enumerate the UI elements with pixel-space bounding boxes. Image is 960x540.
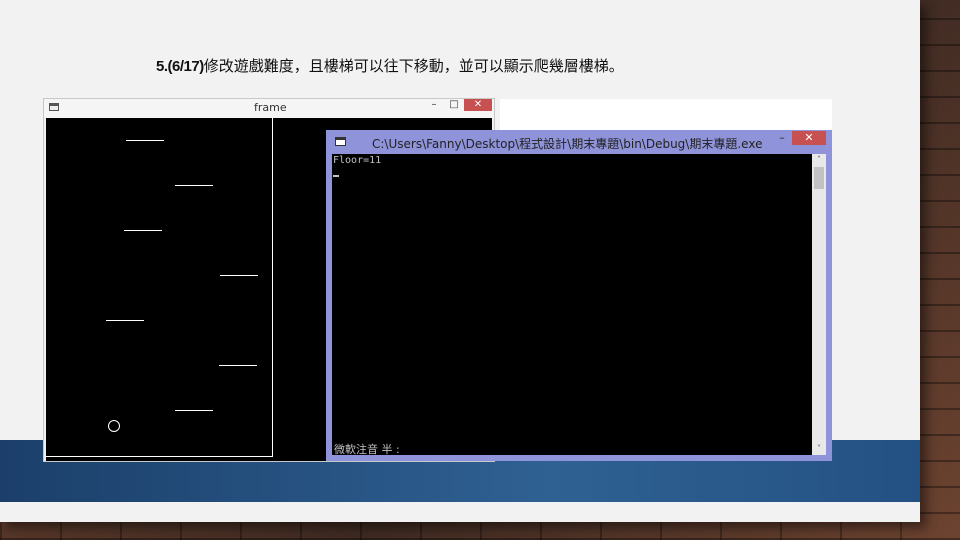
console-titlebar[interactable]: C:\Users\Fanny\Desktop\程式設計\期末專題\bin\Deb… bbox=[326, 130, 832, 154]
frame-titlebar[interactable]: frame – □ ✕ bbox=[44, 99, 494, 118]
ladder-step bbox=[175, 185, 213, 186]
console-output-area[interactable]: Floor=11 微軟注音 半 : bbox=[332, 154, 812, 456]
console-scrollbar[interactable]: ˄ ˅ bbox=[812, 154, 826, 455]
scroll-down-icon[interactable]: ˅ bbox=[812, 443, 826, 455]
text-cursor bbox=[333, 175, 339, 177]
console-icon bbox=[335, 137, 346, 146]
scroll-up-icon[interactable]: ˄ bbox=[812, 154, 826, 166]
ime-status: 微軟注音 半 : bbox=[334, 443, 400, 456]
close-button[interactable]: ✕ bbox=[464, 99, 492, 111]
window-icon bbox=[49, 103, 59, 111]
slide-title: 5.(6/17)修改遊戲難度，且樓梯可以往下移動，並可以顯示爬幾層樓梯。 bbox=[156, 55, 624, 76]
slide-title-number: 5.(6/17) bbox=[156, 58, 204, 75]
background-window-edge bbox=[500, 99, 832, 131]
playfield bbox=[46, 118, 273, 457]
ladder-step bbox=[219, 365, 257, 366]
player-ball bbox=[108, 420, 120, 432]
ladder-step bbox=[175, 410, 213, 411]
console-output-text: Floor=11 bbox=[333, 155, 382, 166]
console-title: C:\Users\Fanny\Desktop\程式設計\期末專題\bin\Deb… bbox=[372, 137, 763, 151]
frame-title: frame bbox=[254, 101, 287, 114]
ladder-step bbox=[124, 230, 162, 231]
slide-title-text: 修改遊戲難度，且樓梯可以往下移動，並可以顯示爬幾層樓梯。 bbox=[203, 57, 624, 75]
ladder-step bbox=[126, 140, 164, 141]
scroll-thumb[interactable] bbox=[814, 167, 824, 189]
maximize-button[interactable]: □ bbox=[448, 99, 460, 111]
console-minimize-button[interactable]: – bbox=[776, 131, 788, 145]
minimize-button[interactable]: – bbox=[428, 99, 440, 111]
console-window: C:\Users\Fanny\Desktop\程式設計\期末專題\bin\Deb… bbox=[326, 130, 832, 461]
console-close-button[interactable]: ✕ bbox=[792, 131, 826, 145]
ladder-step bbox=[106, 320, 144, 321]
ladder-step bbox=[220, 275, 258, 276]
